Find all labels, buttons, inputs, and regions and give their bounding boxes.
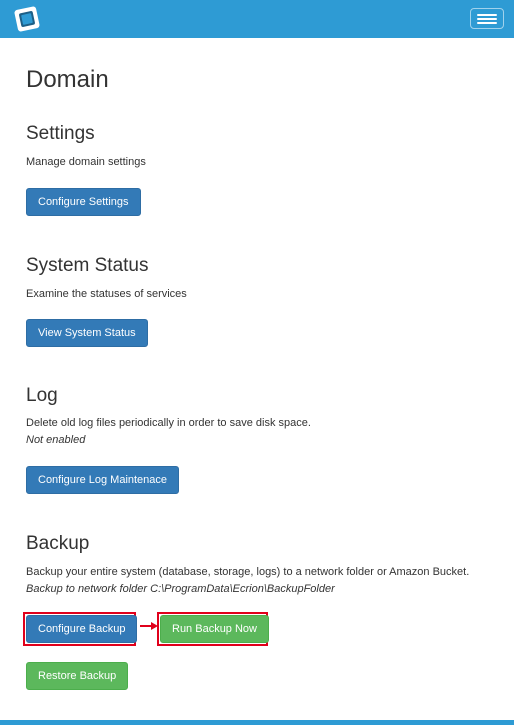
bottom-border <box>0 720 514 725</box>
menu-bar <box>477 18 497 20</box>
backup-description: Backup your entire system (database, sto… <box>26 566 470 578</box>
restore-backup-button[interactable]: Restore Backup <box>26 662 129 690</box>
configure-backup-button[interactable]: Configure Backup <box>26 615 138 643</box>
system-status-section-title: System Status <box>26 255 149 276</box>
menu-bar <box>477 14 497 16</box>
log-status: Not enabled <box>26 434 86 446</box>
settings-section-title: Settings <box>26 123 95 144</box>
backup-status: Backup to network folder C:\ProgramData\… <box>26 583 335 595</box>
configure-log-maintenance-button[interactable]: Configure Log Maintenace <box>26 466 180 494</box>
top-navbar <box>0 0 514 38</box>
hamburger-menu-icon[interactable] <box>470 8 504 29</box>
system-status-description: Examine the statuses of services <box>26 288 187 300</box>
configure-settings-button[interactable]: Configure Settings <box>26 188 141 216</box>
log-section-title: Log <box>26 385 58 406</box>
settings-description: Manage domain settings <box>26 156 146 168</box>
log-description: Delete old log files periodically in ord… <box>26 417 311 429</box>
view-system-status-button[interactable]: View System Status <box>26 319 148 347</box>
run-backup-now-button[interactable]: Run Backup Now <box>160 615 269 643</box>
backup-section-title: Backup <box>26 533 90 554</box>
page-title: Domain <box>26 66 109 93</box>
menu-bar <box>477 22 497 24</box>
app-logo-icon[interactable] <box>11 4 43 35</box>
